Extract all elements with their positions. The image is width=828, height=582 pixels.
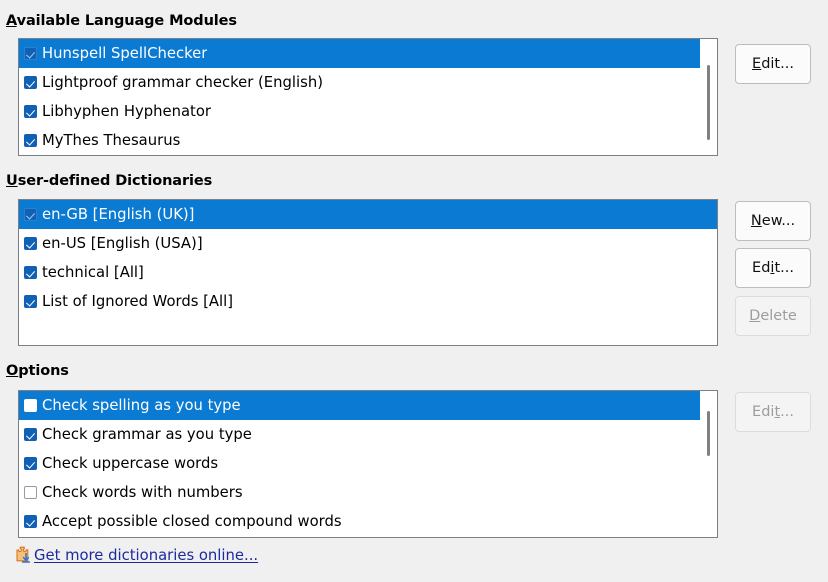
extension-download-icon bbox=[14, 545, 32, 565]
checkbox-checked-icon[interactable] bbox=[24, 134, 37, 147]
language-module-label: Hunspell SpellChecker bbox=[42, 45, 208, 62]
scrollbar-thumb[interactable] bbox=[707, 411, 710, 456]
user-dictionaries-listbox[interactable]: en-GB [English (UK)] en-US [English (USA)… bbox=[18, 199, 718, 346]
user-dictionary-row[interactable]: List of Ignored Words [All] bbox=[19, 287, 717, 316]
dictionary-new-button[interactable]: New... bbox=[735, 201, 811, 241]
button-accelerator-letter: E bbox=[752, 56, 762, 72]
language-modules-rows: Hunspell SpellChecker Lightproof grammar … bbox=[19, 39, 717, 155]
heading-text: vailable Language Modules bbox=[16, 13, 237, 29]
dictionary-edit-button[interactable]: Ed i t... bbox=[735, 248, 811, 288]
heading-accelerator-letter: U bbox=[6, 173, 18, 189]
user-dictionary-label: en-US [English (USA)] bbox=[42, 235, 203, 252]
checkbox-checked-icon[interactable] bbox=[24, 76, 37, 89]
language-module-row[interactable]: MyThes Thesaurus bbox=[19, 126, 717, 155]
button-label-prefix: Ed bbox=[752, 260, 771, 276]
heading-accelerator-letter: O bbox=[6, 363, 19, 379]
get-more-dictionaries-link[interactable]: Get more dictionaries online... bbox=[34, 547, 258, 564]
checkbox-checked-icon[interactable] bbox=[24, 457, 37, 470]
button-accelerator-letter: D bbox=[749, 308, 761, 324]
checkbox-checked-icon[interactable] bbox=[24, 237, 37, 250]
language-module-label: Lightproof grammar checker (English) bbox=[42, 74, 323, 91]
option-label: Check uppercase words bbox=[42, 455, 219, 472]
user-defined-dictionaries-heading: User-defined Dictionaries bbox=[6, 173, 212, 189]
options-heading: Options bbox=[6, 363, 69, 379]
option-row[interactable]: Check spelling as you type bbox=[19, 391, 717, 420]
user-dictionary-label: technical [All] bbox=[42, 264, 144, 281]
user-dictionary-row[interactable]: en-GB [English (UK)] bbox=[19, 200, 717, 229]
button-label-text: ... bbox=[780, 404, 794, 420]
checkbox-checked-icon[interactable] bbox=[24, 428, 37, 441]
button-label-text: t... bbox=[774, 260, 794, 276]
button-label-text: elete bbox=[760, 308, 797, 324]
checkbox-checked-icon[interactable] bbox=[24, 208, 37, 221]
option-label: Accept possible closed compound words bbox=[42, 513, 342, 530]
option-label: Check grammar as you type bbox=[42, 426, 252, 443]
option-label: Check spelling as you type bbox=[42, 397, 241, 414]
option-row[interactable]: Check uppercase words bbox=[19, 449, 717, 478]
dictionary-delete-button[interactable]: Delete bbox=[735, 296, 811, 336]
user-dictionary-label: en-GB [English (UK)] bbox=[42, 206, 195, 223]
button-label-text: dit... bbox=[761, 56, 794, 72]
language-module-label: MyThes Thesaurus bbox=[42, 132, 181, 149]
options-listbox[interactable]: Check spelling as you type Check grammar … bbox=[18, 390, 718, 538]
checkbox-unchecked-icon[interactable] bbox=[24, 486, 37, 499]
heading-text: ser-defined Dictionaries bbox=[17, 173, 213, 189]
checkbox-checked-icon[interactable] bbox=[24, 295, 37, 308]
language-module-row[interactable]: Lightproof grammar checker (English) bbox=[19, 68, 717, 97]
button-label-prefix: Edi bbox=[752, 404, 775, 420]
options-rows: Check spelling as you type Check grammar … bbox=[19, 391, 717, 536]
user-dictionaries-rows: en-GB [English (UK)] en-US [English (USA)… bbox=[19, 200, 717, 316]
user-dictionary-row[interactable]: en-US [English (USA)] bbox=[19, 229, 717, 258]
modules-edit-button[interactable]: Edit... bbox=[735, 44, 811, 84]
heading-text: ptions bbox=[18, 363, 69, 379]
language-module-row[interactable]: Libhyphen Hyphenator bbox=[19, 97, 717, 126]
options-edit-button[interactable]: Edi t... bbox=[735, 392, 811, 432]
scrollbar-thumb[interactable] bbox=[707, 65, 710, 140]
option-row[interactable]: Check grammar as you type bbox=[19, 420, 717, 449]
user-dictionary-row[interactable]: technical [All] bbox=[19, 258, 717, 287]
checkbox-checked-icon[interactable] bbox=[24, 105, 37, 118]
checkbox-checked-icon[interactable] bbox=[24, 266, 37, 279]
language-modules-scrollbar[interactable] bbox=[700, 39, 717, 155]
option-label: Check words with numbers bbox=[42, 484, 243, 501]
options-scrollbar[interactable] bbox=[700, 391, 717, 537]
checkbox-checked-icon[interactable] bbox=[24, 515, 37, 528]
language-module-row[interactable]: Hunspell SpellChecker bbox=[19, 39, 717, 68]
get-more-dictionaries-row[interactable]: Get more dictionaries online... bbox=[14, 545, 258, 565]
user-dictionary-label: List of Ignored Words [All] bbox=[42, 293, 234, 310]
checkbox-unchecked-icon[interactable] bbox=[24, 399, 37, 412]
button-label-text: ew... bbox=[761, 213, 796, 229]
language-modules-listbox[interactable]: Hunspell SpellChecker Lightproof grammar … bbox=[18, 38, 718, 156]
button-accelerator-letter: N bbox=[750, 213, 762, 229]
heading-accelerator-letter: A bbox=[6, 13, 17, 29]
checkbox-checked-icon[interactable] bbox=[24, 47, 37, 60]
available-language-modules-heading: Available Language Modules bbox=[6, 13, 237, 29]
option-row[interactable]: Accept possible closed compound words bbox=[19, 507, 717, 536]
language-module-label: Libhyphen Hyphenator bbox=[42, 103, 211, 120]
option-row[interactable]: Check words with numbers bbox=[19, 478, 717, 507]
spelling-options-panel: Available Language Modules Hunspell Spel… bbox=[0, 0, 828, 582]
